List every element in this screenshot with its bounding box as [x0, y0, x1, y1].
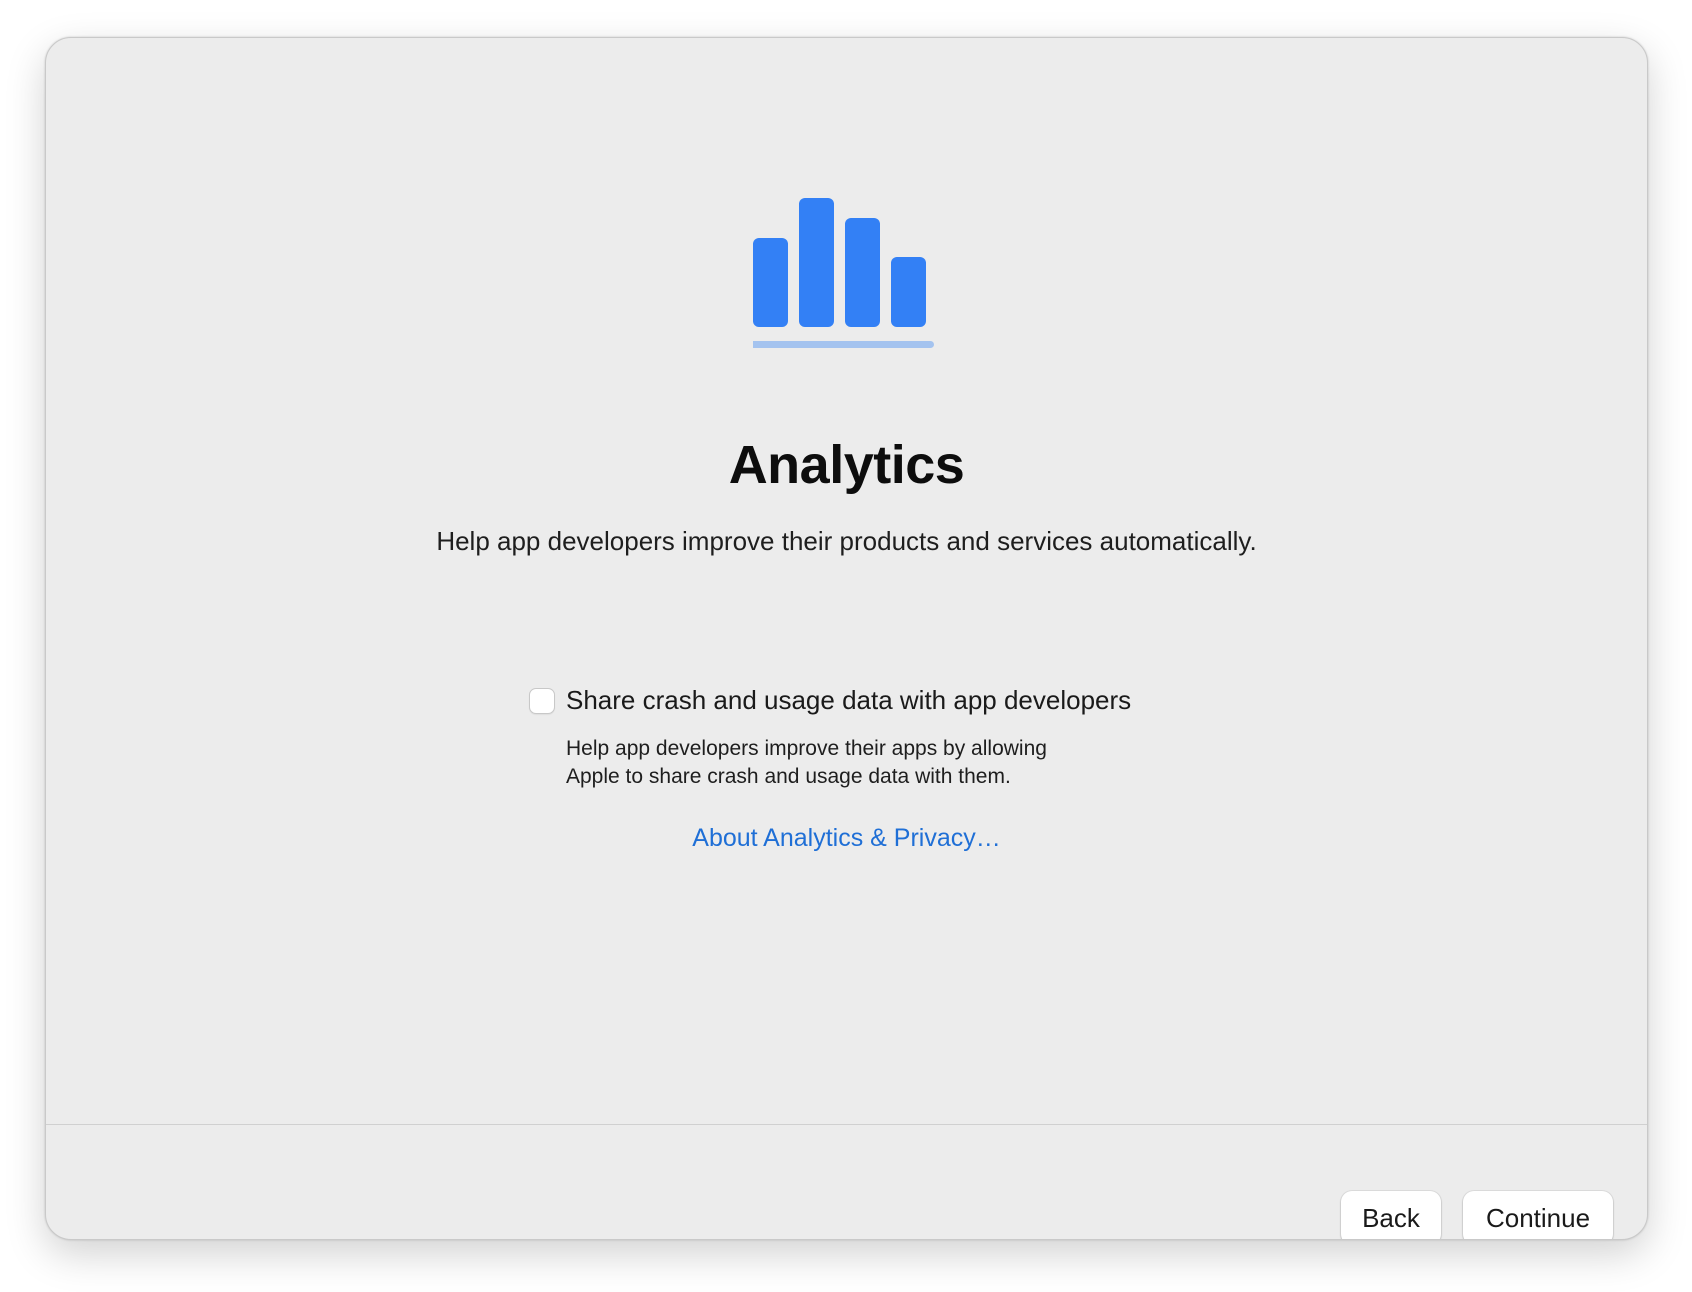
back-button[interactable]: Back: [1341, 1191, 1441, 1239]
chart-bar-icon-bar-1: [753, 238, 788, 327]
chart-bar-icon-bar-2: [799, 198, 834, 327]
analytics-pane: Analytics Help app developers improve th…: [46, 38, 1647, 1124]
share-crash-data-label[interactable]: Share crash and usage data with app deve…: [566, 685, 1131, 716]
chart-bar-icon-baseline: [753, 341, 934, 348]
description-line-1: Help app developers improve their apps b…: [566, 737, 1047, 760]
footer: Back Continue: [46, 1125, 1647, 1239]
chart-bar-icon-bar-4: [891, 257, 926, 327]
page-title: Analytics: [728, 435, 965, 495]
share-crash-data-option[interactable]: Share crash and usage data with app deve…: [529, 685, 1131, 716]
setup-assistant-window: Analytics Help app developers improve th…: [45, 37, 1648, 1240]
continue-button[interactable]: Continue: [1463, 1191, 1613, 1239]
share-crash-data-description: Help app developers improve their apps b…: [566, 735, 1047, 791]
chart-bar-icon: [753, 198, 934, 348]
description-line-2: Apple to share crash and usage data with…: [566, 765, 1011, 788]
page-subtitle: Help app developers improve their produc…: [436, 526, 1257, 556]
share-crash-data-checkbox[interactable]: [529, 687, 555, 714]
chart-bar-icon-bar-3: [845, 218, 880, 327]
about-analytics-privacy-link[interactable]: About Analytics & Privacy…: [46, 824, 1647, 853]
